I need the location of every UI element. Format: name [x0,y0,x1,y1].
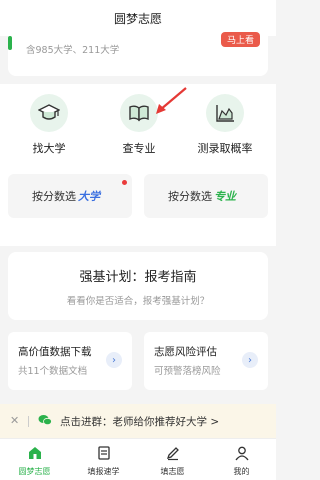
tab-profile-label: 我的 [233,467,250,476]
wechat-icon [38,415,52,426]
admission-probability-action[interactable]: 测录取概率 [190,94,260,156]
tab-home[interactable]: 圆梦志愿 [0,443,69,477]
tab-fill[interactable]: 填志愿 [138,443,207,477]
plan-guide-card[interactable]: 强基计划：报考指南 看看你是否适合，报考强基计划？ [8,252,268,320]
risk-assessment-subtitle: 可预警落榜风险 [154,366,221,377]
score-select-prefix: 按分数选 [168,190,212,203]
chevron-right-icon: › [242,352,258,368]
data-download-title: 高价值数据下载 [18,346,92,358]
user-icon [207,443,276,463]
pen-icon [138,443,207,463]
chart-icon [206,94,244,132]
find-university-label: 找大学 [32,142,66,155]
risk-assessment-card[interactable]: 志愿风险评估 可预警落榜风险 › [144,332,268,390]
score-select-accent: 大学 [78,190,100,203]
graduation-cap-icon [30,94,68,132]
plan-subtitle: 看看你是否适合，报考强基计划？ [66,296,210,307]
home-icon [0,443,69,463]
score-select-row: 按分数选 大学 按分数选 专业 [0,166,276,246]
quick-actions: 找大学 查专业 测录取概率 [0,84,276,166]
data-download-card[interactable]: 高价值数据下载 共11个数据文档 › [8,332,132,390]
close-icon[interactable]: ✕ [10,414,19,427]
chevron-right-icon: › [106,352,122,368]
view-now-tag[interactable]: 马上看 [220,32,260,47]
score-select-prefix: 按分数选 [32,190,76,203]
score-select-accent: 专业 [214,190,236,203]
search-major-label: 查专业 [122,142,156,155]
notice-text: 点击进群：老师给你推荐好大学 > [60,416,220,428]
tab-quick-learn[interactable]: 填报速学 [69,443,138,477]
new-dot-badge [122,180,127,185]
plan-title: 强基计划：报考指南 [79,270,197,285]
tab-fill-label: 填志愿 [160,467,185,476]
promo-card[interactable]: 含985大学、211大学 马上看 [8,30,268,76]
accent-bar [8,36,12,50]
data-download-subtitle: 共11个数据文档 [18,366,88,377]
find-university-action[interactable]: 找大学 [14,94,84,156]
page-title: 圆梦志愿 [113,11,162,26]
admission-probability-label: 测录取概率 [197,142,253,155]
risk-assessment-title: 志愿风险评估 [154,346,217,358]
tab-profile[interactable]: 我的 [207,443,276,477]
score-select-major-button[interactable]: 按分数选 专业 [144,174,268,218]
score-select-university-button[interactable]: 按分数选 大学 [8,174,132,218]
tab-quick-learn-label: 填报速学 [87,467,120,476]
divider [28,416,29,427]
promo-subtitle: 含985大学、211大学 [26,45,120,56]
pointer-arrow-icon [156,87,187,114]
tab-home-label: 圆梦志愿 [18,467,51,476]
group-notice-bar[interactable]: ✕ 点击进群：老师给你推荐好大学 > [0,404,276,438]
document-icon [69,443,138,463]
bottom-tab-bar: 圆梦志愿 填报速学 填志愿 我的 [0,438,276,480]
